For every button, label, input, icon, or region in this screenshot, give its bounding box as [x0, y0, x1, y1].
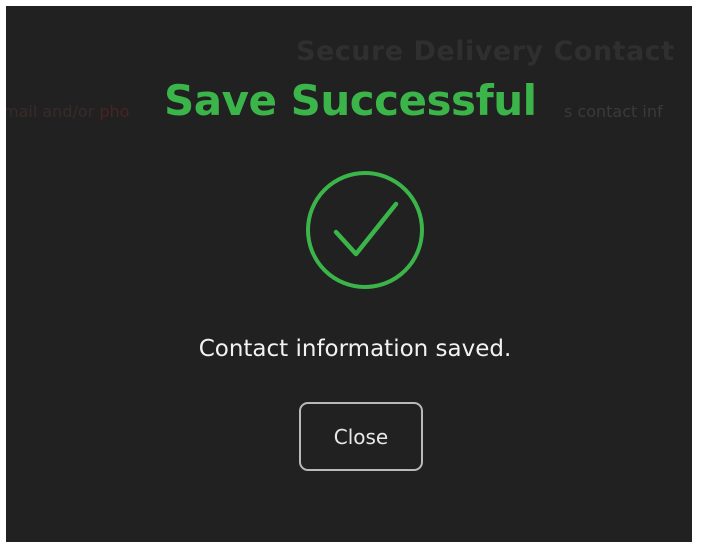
background-page-title: Secure Delivery Contact: [296, 36, 675, 67]
check-circle-icon: [306, 171, 424, 289]
background-subtitle-red-text: pho: [99, 102, 130, 121]
check-circle-ring: [306, 171, 424, 289]
background-page-subtitle-left: mail and/or pho: [6, 102, 129, 121]
close-button[interactable]: Close: [299, 402, 423, 471]
modal-title: Save Successful: [164, 76, 537, 125]
success-message: Contact information saved.: [198, 336, 512, 362]
close-button-label: Close: [333, 424, 389, 449]
screenshot-frame: Secure Delivery Contact mail and/or pho …: [0, 0, 707, 548]
background-page-subtitle-right: s contact inf: [564, 102, 663, 121]
background-subtitle-plain-text: mail and/or: [6, 102, 100, 121]
checkmark-stroke: [333, 201, 399, 257]
modal-overlay: Secure Delivery Contact mail and/or pho …: [6, 6, 692, 542]
